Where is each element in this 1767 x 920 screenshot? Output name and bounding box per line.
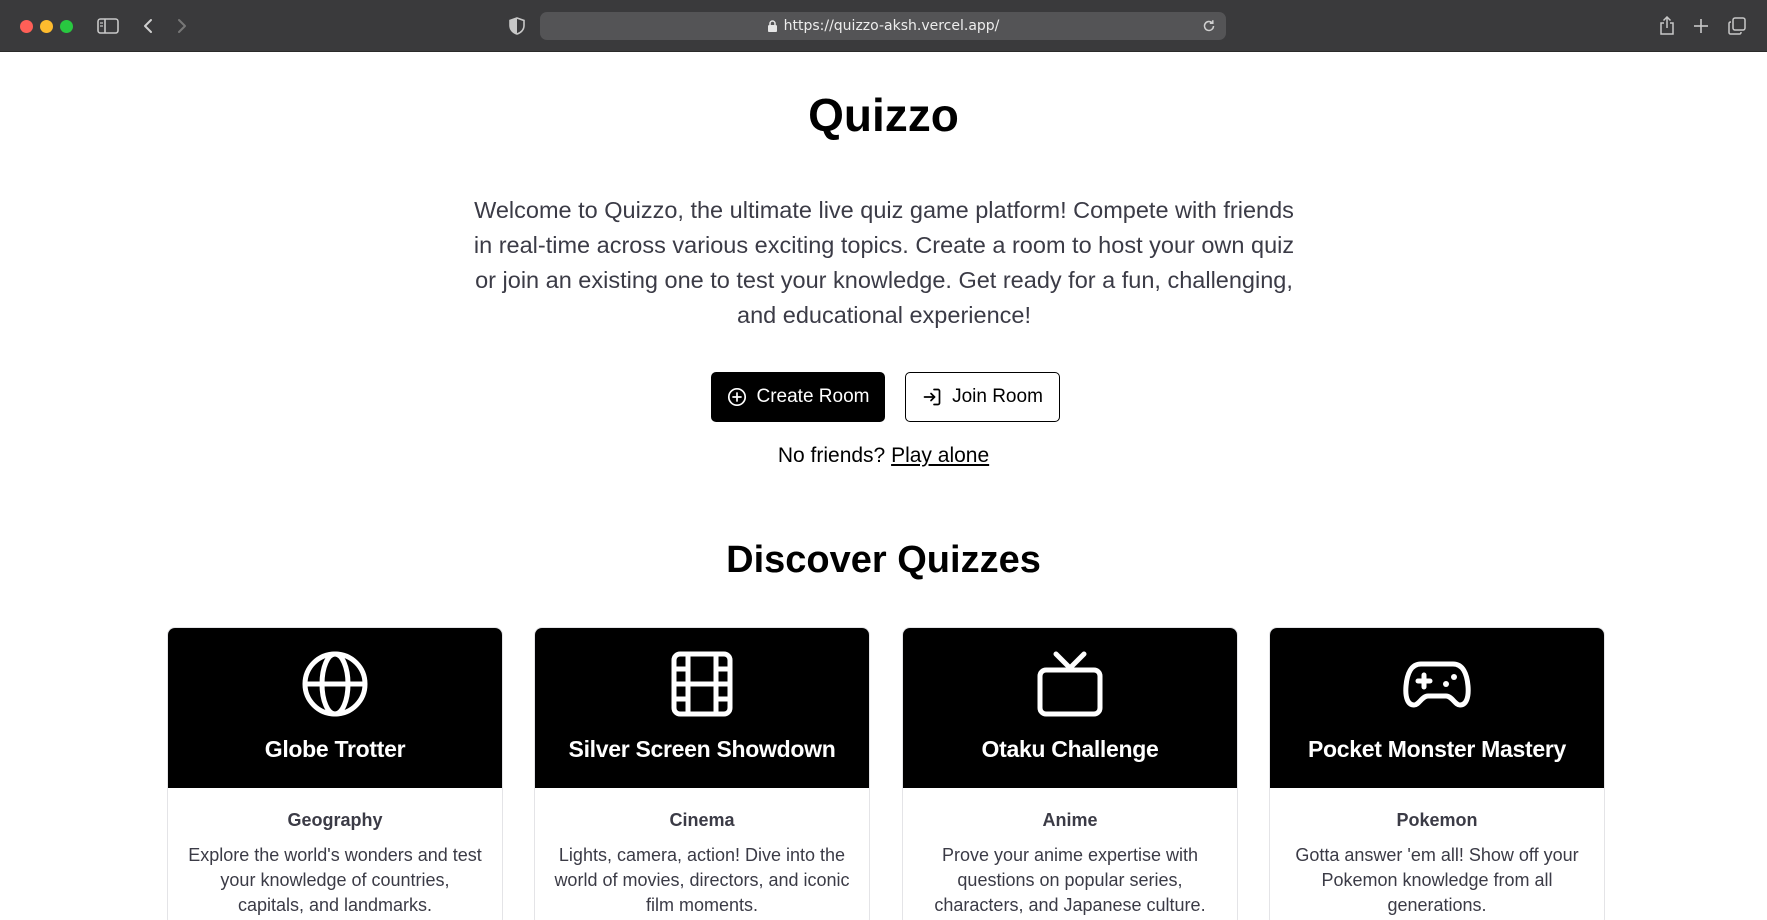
plus-circle-icon [727,387,747,407]
privacy-shield-icon[interactable] [504,13,530,39]
lock-icon [767,20,777,32]
create-room-label: Create Room [756,386,870,407]
quiz-card-title: Globe Trotter [264,736,406,762]
reload-icon[interactable] [1202,19,1216,33]
browser-toolbar: https://quizzo-aksh.vercel.app/ [0,0,1767,52]
quiz-card-header: Silver Screen Showdown [535,628,869,788]
quiz-card-description: Explore the world's wonders and test you… [188,845,482,915]
page-title: Quizzo [808,89,959,141]
play-alone-link[interactable]: Play alone [891,444,989,467]
new-tab-icon[interactable] [1688,13,1714,39]
quiz-card-category: Geography [287,810,383,830]
quiz-card[interactable]: Pocket Monster Mastery Pokemon Gotta ans… [1269,627,1605,920]
join-room-button[interactable]: Join Room [905,372,1060,422]
quiz-card-description: Lights, camera, action! Dive into the wo… [554,845,850,915]
globe-icon [302,651,368,717]
sidebar-toggle-icon[interactable] [95,13,121,39]
log-in-icon [922,387,942,407]
no-friends-text: No friends? [777,444,886,467]
minimize-window-button[interactable] [40,20,53,33]
quiz-card-title: Silver Screen Showdown [568,736,836,762]
share-icon[interactable] [1654,13,1680,39]
tab-overview-icon[interactable] [1724,13,1750,39]
quiz-card-category: Anime [1042,810,1098,830]
quiz-card[interactable]: Globe Trotter Geography Explore the worl… [167,627,503,920]
close-window-button[interactable] [20,20,33,33]
quiz-card-header: Globe Trotter [168,628,502,788]
quiz-card-title: Otaku Challenge [981,736,1159,762]
url-text: https://quizzo-aksh.vercel.app/ [783,18,1000,34]
quiz-card-category: Cinema [669,810,735,830]
quiz-card[interactable]: Silver Screen Showdown Cinema Lights, ca… [534,627,870,920]
quiz-card-description: Gotta answer 'em all! Show off your Poke… [1295,845,1579,915]
back-icon[interactable] [135,13,161,39]
zoom-window-button[interactable] [60,20,73,33]
tv-icon [1037,651,1103,717]
quiz-card[interactable]: Otaku Challenge Anime Prove your anime e… [902,627,1238,920]
quiz-card-header: Otaku Challenge [903,628,1237,788]
play-alone-line: No friends? Play alone [0,444,1767,468]
forward-icon[interactable] [169,13,195,39]
address-bar[interactable]: https://quizzo-aksh.vercel.app/ [540,12,1226,40]
join-room-label: Join Room [952,386,1043,407]
quiz-card-header: Pocket Monster Mastery [1270,628,1604,788]
quiz-card-description: Prove your anime expertise with question… [934,845,1206,915]
gamepad-icon [1403,661,1471,708]
create-room-button[interactable]: Create Room [711,372,885,422]
discover-title: Discover Quizzes [726,539,1041,581]
quiz-card-title: Pocket Monster Mastery [1308,736,1566,762]
quiz-card-category: Pokemon [1396,810,1478,830]
intro-text: Welcome to Quizzo, the ultimate live qui… [473,197,1295,328]
film-icon [671,651,733,717]
